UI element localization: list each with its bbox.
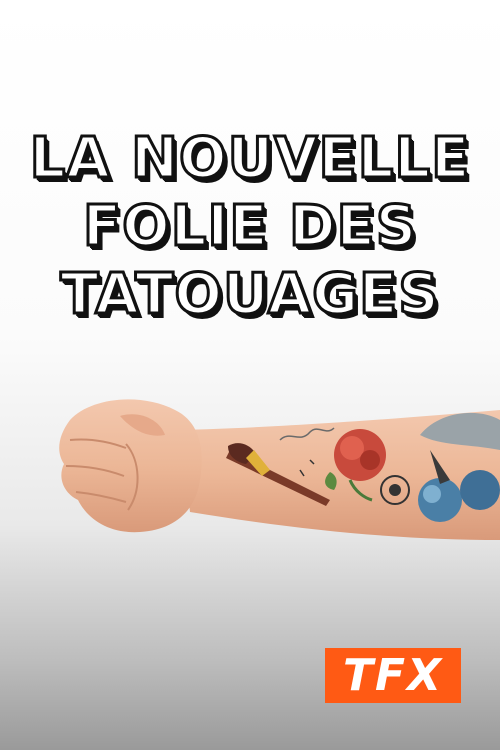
tfx-logo-text: TFX bbox=[343, 650, 443, 701]
poster: LA NOUVELLE FOLIE DES TATOUAGES TFX bbox=[0, 0, 500, 750]
title-line-3: TATOUAGES bbox=[59, 261, 440, 329]
poster-title: LA NOUVELLE FOLIE DES TATOUAGES bbox=[0, 125, 500, 329]
tfx-logo: TFX bbox=[325, 648, 461, 703]
title-line-2: FOLIE DES bbox=[81, 193, 418, 261]
title-line-1: LA NOUVELLE bbox=[28, 125, 471, 193]
tattooed-arm-image bbox=[59, 399, 500, 540]
